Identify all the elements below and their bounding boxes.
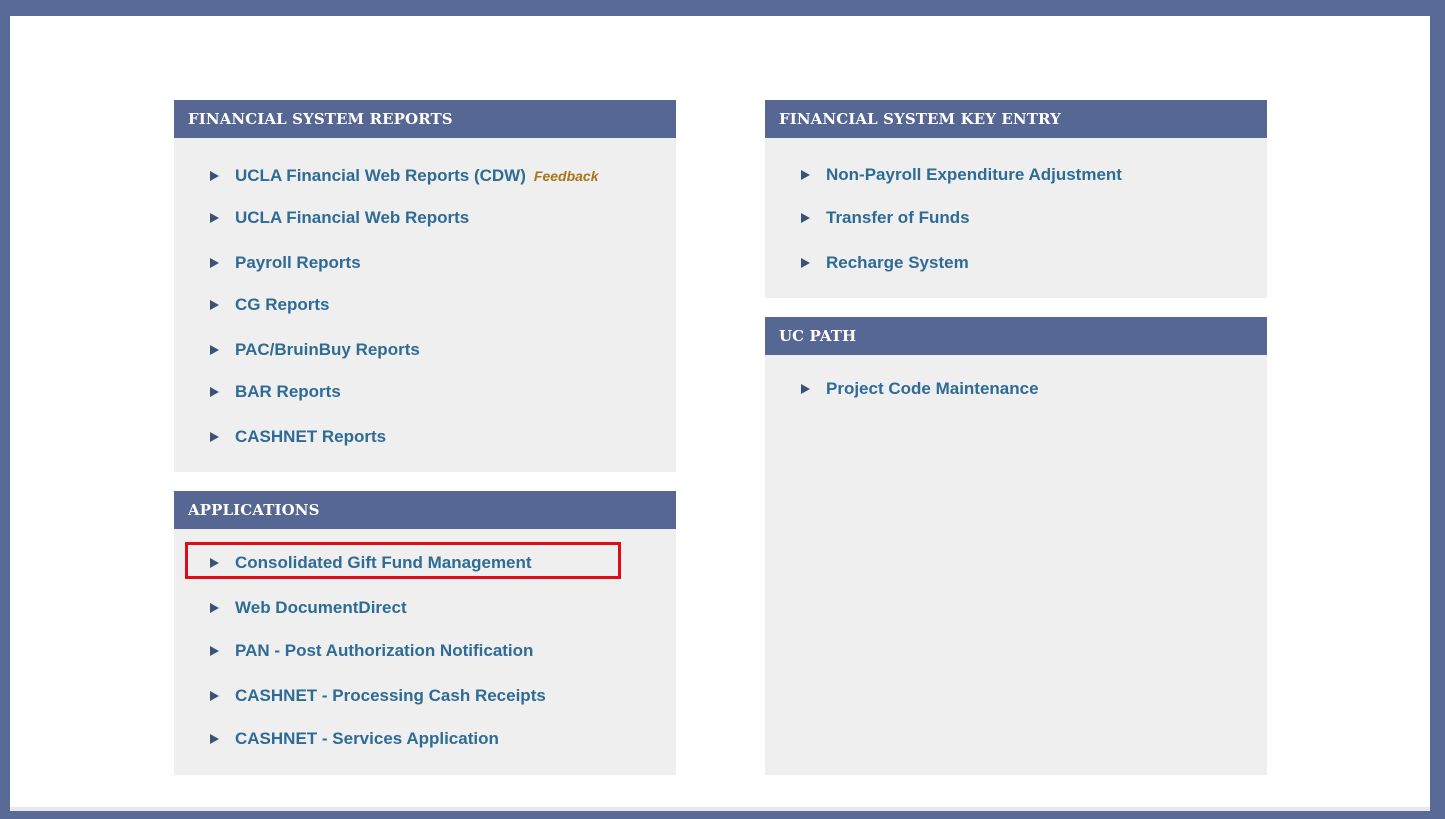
arrow-right-icon xyxy=(210,171,219,181)
arrow-right-icon xyxy=(210,345,219,355)
arrow-right-icon xyxy=(210,387,219,397)
panel-financial-system-key-entry: FINANCIAL SYSTEM KEY ENTRY Non-Payroll E… xyxy=(765,100,1267,298)
link-pac-bruinbuy-reports[interactable]: PAC/BruinBuy Reports xyxy=(235,340,420,360)
panel-applications: APPLICATIONS Consolidated Gift Fund Mana… xyxy=(174,491,676,775)
link-pan-post-authorization-notification[interactable]: PAN - Post Authorization Notification xyxy=(235,641,533,661)
panel-header-uc-path: UC PATH xyxy=(765,317,1267,355)
link-ucla-financial-web-reports-cdw[interactable]: UCLA Financial Web Reports (CDW) xyxy=(235,166,526,186)
panel-header-applications: APPLICATIONS xyxy=(174,491,676,529)
bottom-strip xyxy=(10,807,1430,811)
list-item: UCLA Financial Web Reports (CDW) Feedbac… xyxy=(210,159,599,193)
arrow-right-icon xyxy=(801,213,810,223)
arrow-right-icon xyxy=(210,213,219,223)
link-consolidated-gift-fund-management[interactable]: Consolidated Gift Fund Management xyxy=(235,553,532,573)
link-payroll-reports[interactable]: Payroll Reports xyxy=(235,253,361,273)
list-item: Web DocumentDirect xyxy=(210,591,407,625)
link-project-code-maintenance[interactable]: Project Code Maintenance xyxy=(826,379,1039,399)
list-item: PAN - Post Authorization Notification xyxy=(210,634,533,668)
arrow-right-icon xyxy=(210,258,219,268)
link-transfer-of-funds[interactable]: Transfer of Funds xyxy=(826,208,970,228)
arrow-right-icon xyxy=(801,258,810,268)
link-cashnet-reports[interactable]: CASHNET Reports xyxy=(235,427,386,447)
list-item: Recharge System xyxy=(801,246,969,280)
arrow-right-icon xyxy=(210,558,219,568)
panel-financial-system-reports: FINANCIAL SYSTEM REPORTS UCLA Financial … xyxy=(174,100,676,472)
link-non-payroll-expenditure-adjustment[interactable]: Non-Payroll Expenditure Adjustment xyxy=(826,165,1122,185)
feedback-link[interactable]: Feedback xyxy=(534,168,599,184)
link-cg-reports[interactable]: CG Reports xyxy=(235,295,329,315)
list-item: CASHNET - Services Application xyxy=(210,722,499,756)
arrow-right-icon xyxy=(801,384,810,394)
list-item: CASHNET - Processing Cash Receipts xyxy=(210,679,546,713)
arrow-right-icon xyxy=(801,170,810,180)
list-item: CASHNET Reports xyxy=(210,420,386,454)
list-item: BAR Reports xyxy=(210,375,341,409)
panel-uc-path: UC PATH Project Code Maintenance xyxy=(765,317,1267,775)
link-cashnet-processing-cash-receipts[interactable]: CASHNET - Processing Cash Receipts xyxy=(235,686,546,706)
list-item: Transfer of Funds xyxy=(801,201,970,235)
link-cashnet-services-application[interactable]: CASHNET - Services Application xyxy=(235,729,499,749)
arrow-right-icon xyxy=(210,300,219,310)
list-item: UCLA Financial Web Reports xyxy=(210,201,469,235)
list-item: Project Code Maintenance xyxy=(801,372,1039,406)
link-bar-reports[interactable]: BAR Reports xyxy=(235,382,341,402)
list-item: Payroll Reports xyxy=(210,246,361,280)
arrow-right-icon xyxy=(210,646,219,656)
list-item: Consolidated Gift Fund Management xyxy=(210,546,532,580)
list-item: CG Reports xyxy=(210,288,329,322)
panel-header-reports: FINANCIAL SYSTEM REPORTS xyxy=(174,100,676,138)
arrow-right-icon xyxy=(210,691,219,701)
link-recharge-system[interactable]: Recharge System xyxy=(826,253,969,273)
panel-header-key-entry: FINANCIAL SYSTEM KEY ENTRY xyxy=(765,100,1267,138)
link-web-documentdirect[interactable]: Web DocumentDirect xyxy=(235,598,407,618)
list-item: Non-Payroll Expenditure Adjustment xyxy=(801,158,1122,192)
arrow-right-icon xyxy=(210,603,219,613)
list-item: PAC/BruinBuy Reports xyxy=(210,333,420,367)
arrow-right-icon xyxy=(210,734,219,744)
link-ucla-financial-web-reports[interactable]: UCLA Financial Web Reports xyxy=(235,208,469,228)
arrow-right-icon xyxy=(210,432,219,442)
